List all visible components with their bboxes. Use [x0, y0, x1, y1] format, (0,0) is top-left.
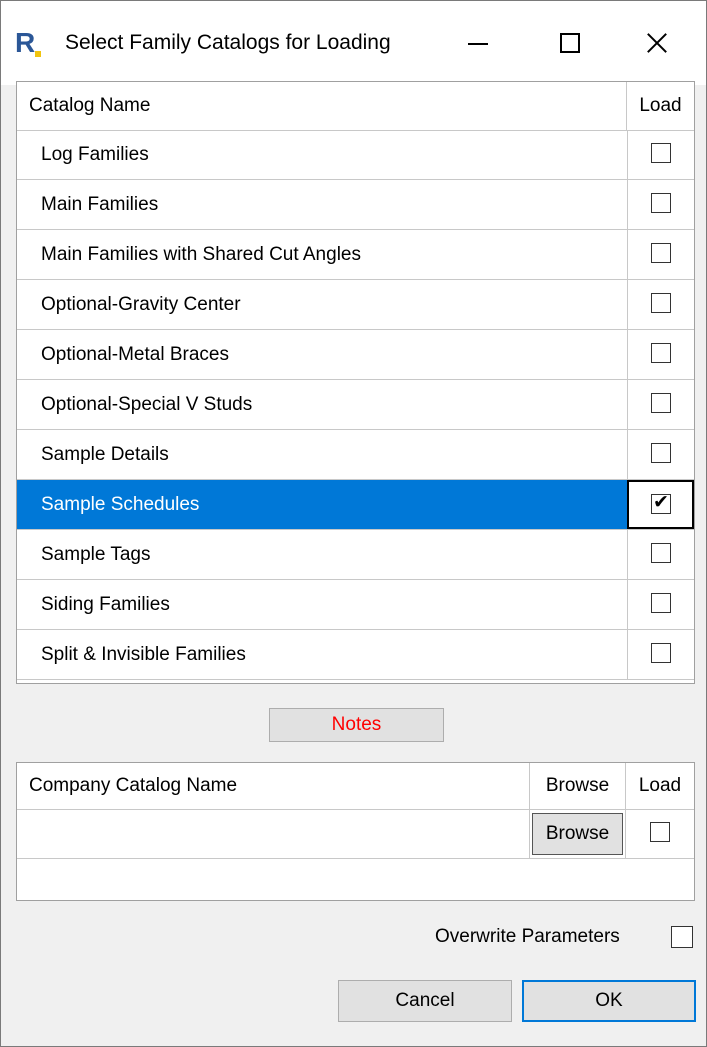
column-header-load[interactable]: Load	[626, 82, 694, 130]
ok-button[interactable]: OK	[522, 980, 696, 1022]
column-header-catalog-name[interactable]: Catalog Name	[17, 82, 626, 130]
catalog-row[interactable]: Main Families	[17, 180, 694, 230]
load-cell	[627, 280, 694, 329]
catalog-name-cell: Log Families	[41, 144, 149, 165]
load-checkbox[interactable]	[651, 543, 671, 563]
catalog-row[interactable]: Main Families with Shared Cut Angles	[17, 230, 694, 280]
dialog-window: R Select Family Catalogs for Loading Cat…	[0, 0, 707, 1047]
load-checkbox[interactable]	[651, 593, 671, 613]
load-cell	[627, 130, 694, 179]
column-header-company-catalog-name[interactable]: Company Catalog Name	[17, 763, 529, 809]
catalog-name-cell: Sample Schedules	[41, 494, 200, 515]
catalog-name-cell: Sample Tags	[41, 544, 151, 565]
catalog-name-cell: Optional-Metal Braces	[41, 344, 229, 365]
browse-button[interactable]: Browse	[532, 813, 623, 855]
catalog-name-cell: Optional-Special V Studs	[41, 394, 253, 415]
load-cell	[627, 430, 694, 479]
load-cell	[627, 630, 694, 679]
load-cell	[627, 180, 694, 229]
catalog-name-cell: Main Families	[41, 194, 159, 215]
catalog-row[interactable]: Optional-Metal Braces	[17, 330, 694, 380]
load-checkbox[interactable]	[651, 343, 671, 363]
company-row: Browse	[17, 809, 694, 859]
load-cell	[627, 480, 694, 529]
overwrite-parameters-checkbox[interactable]	[671, 926, 693, 948]
company-catalog-name-cell[interactable]	[17, 809, 529, 858]
catalog-row[interactable]: Log Families	[17, 130, 694, 180]
title-bar[interactable]: R Select Family Catalogs for Loading	[1, 1, 706, 85]
catalog-row[interactable]: Sample Details	[17, 430, 694, 480]
catalog-name-cell: Main Families with Shared Cut Angles	[41, 244, 361, 265]
catalog-name-cell: Siding Families	[41, 594, 170, 615]
load-cell	[627, 380, 694, 429]
catalog-grid: Catalog Name Load Log Families Main Famil…	[16, 81, 695, 684]
load-checkbox[interactable]	[651, 643, 671, 663]
load-cell	[627, 330, 694, 379]
load-checkbox[interactable]	[651, 143, 671, 163]
load-cell	[627, 530, 694, 579]
browse-cell: Browse	[529, 809, 625, 858]
load-checkbox[interactable]	[651, 243, 671, 263]
catalog-row[interactable]: Sample Schedules	[17, 480, 694, 530]
minimize-icon[interactable]	[455, 21, 501, 65]
load-checkbox[interactable]	[651, 491, 671, 515]
company-catalog-grid: Company Catalog Name Browse Load Browse	[16, 762, 695, 901]
catalog-grid-header: Catalog Name Load	[17, 82, 694, 131]
maximize-icon[interactable]	[545, 21, 591, 65]
window-title: Select Family Catalogs for Loading	[65, 31, 391, 54]
catalog-name-cell: Sample Details	[41, 444, 169, 465]
revit-app-icon: R	[15, 29, 41, 57]
catalog-row[interactable]: Sample Tags	[17, 530, 694, 580]
catalog-name-cell: Split & Invisible Families	[41, 644, 246, 665]
load-checkbox[interactable]	[651, 293, 671, 313]
catalog-name-cell: Optional-Gravity Center	[41, 294, 241, 315]
company-load-checkbox[interactable]	[650, 822, 670, 842]
cancel-button[interactable]: Cancel	[338, 980, 512, 1022]
close-icon[interactable]	[635, 21, 681, 65]
catalog-row[interactable]: Optional-Gravity Center	[17, 280, 694, 330]
catalog-row[interactable]: Split & Invisible Families	[17, 630, 694, 680]
company-load-cell	[625, 809, 694, 858]
column-header-browse[interactable]: Browse	[529, 763, 625, 809]
catalog-row[interactable]: Optional-Special V Studs	[17, 380, 694, 430]
load-checkbox[interactable]	[651, 443, 671, 463]
load-checkbox[interactable]	[651, 193, 671, 213]
overwrite-parameters-label: Overwrite Parameters	[435, 926, 620, 947]
notes-button[interactable]: Notes	[269, 708, 444, 742]
column-header-company-load[interactable]: Load	[625, 763, 694, 809]
company-grid-header: Company Catalog Name Browse Load	[17, 763, 694, 810]
load-cell	[627, 230, 694, 279]
catalog-row[interactable]: Siding Families	[17, 580, 694, 630]
load-cell	[627, 580, 694, 629]
load-checkbox[interactable]	[651, 393, 671, 413]
